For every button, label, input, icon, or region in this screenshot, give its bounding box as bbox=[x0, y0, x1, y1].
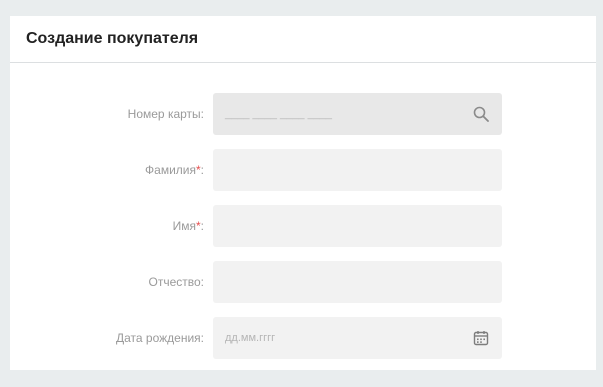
last-name-label: Фамилия *: bbox=[145, 163, 204, 177]
patronymic-label: Отчество: bbox=[148, 275, 205, 289]
birth-date-label: Дата рождения: bbox=[116, 331, 204, 345]
page-title: Создание покупателя bbox=[26, 30, 199, 47]
birth-date-field[interactable]: дд.мм.гггг bbox=[213, 317, 502, 359]
card-header: Создание покупателя bbox=[10, 16, 596, 63]
last-name-field[interactable] bbox=[213, 149, 502, 191]
create-customer-card: Создание покупателя Номер карты: ____ __… bbox=[10, 16, 596, 370]
card-number-placeholder: ____ ____ ____ ____ bbox=[225, 108, 333, 120]
last-name-row: Фамилия *: bbox=[10, 149, 596, 191]
calendar-icon[interactable] bbox=[472, 329, 490, 347]
search-icon[interactable] bbox=[472, 105, 490, 123]
card-number-field[interactable]: ____ ____ ____ ____ bbox=[213, 93, 502, 135]
first-name-label: Имя *: bbox=[172, 219, 204, 233]
patronymic-field[interactable] bbox=[213, 261, 502, 303]
birth-date-placeholder: дд.мм.гггг bbox=[225, 332, 276, 344]
first-name-row: Имя *: bbox=[10, 205, 596, 247]
card-number-row: Номер карты: ____ ____ ____ ____ bbox=[10, 93, 596, 135]
patronymic-row: Отчество: bbox=[10, 261, 596, 303]
card-number-label: Номер карты: bbox=[127, 107, 204, 121]
birth-date-row: Дата рождения: дд.мм.гггг bbox=[10, 317, 596, 359]
first-name-field[interactable] bbox=[213, 205, 502, 247]
